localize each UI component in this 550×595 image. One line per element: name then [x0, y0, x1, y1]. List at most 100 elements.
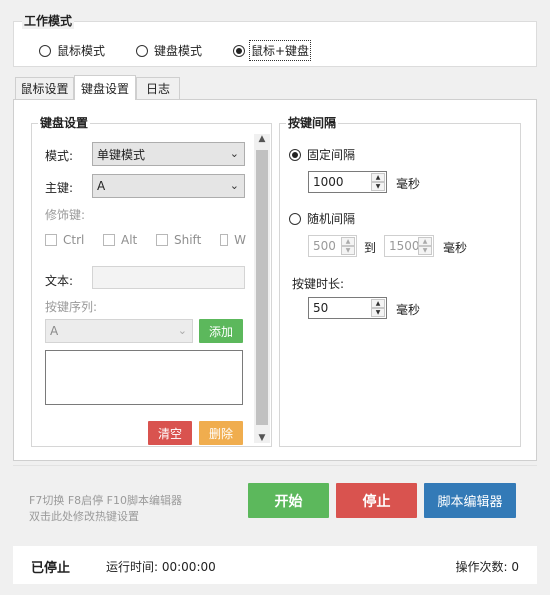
- delete-button-label: 删除: [208, 426, 233, 441]
- add-button-label: 添加: [208, 324, 233, 339]
- modifier-shift-checkbox[interactable]: Shift: [156, 233, 201, 247]
- text-input[interactable]: [92, 266, 245, 289]
- sequence-key-value: A: [50, 324, 59, 338]
- modifier-alt-checkbox[interactable]: Alt: [103, 233, 137, 247]
- fixed-interval-spinner[interactable]: 1000 ▲ ▼: [308, 171, 387, 193]
- run-state: 已停止: [31, 561, 71, 576]
- tab-log[interactable]: 日志: [136, 77, 180, 99]
- fixed-interval-unit: 毫秒: [396, 177, 421, 191]
- clear-button[interactable]: 清空: [148, 421, 192, 445]
- sequence-list[interactable]: [45, 350, 243, 405]
- radio-circle-selected: [233, 44, 245, 57]
- chevron-down-icon: ⌄: [229, 179, 239, 192]
- radio-fixed-interval[interactable]: 固定间隔: [289, 146, 355, 163]
- duration-spinner[interactable]: 50 ▲ ▼: [308, 297, 387, 319]
- radio-label: 键盘模式: [154, 44, 203, 58]
- status-bar: 已停止 运行时间: 00:00:00 操作次数: 0: [13, 546, 537, 584]
- spin-up-icon[interactable]: ▲: [341, 237, 355, 246]
- modifier-win-checkbox[interactable]: W: [220, 233, 246, 247]
- start-button-label: 开始: [274, 493, 303, 510]
- checkbox-label: Alt: [121, 233, 138, 247]
- duration-label: 按键时长:: [292, 277, 345, 291]
- spinner-buttons: ▲ ▼: [341, 237, 355, 255]
- radio-circle-selected: [289, 148, 301, 161]
- radio-keyboard-mode[interactable]: 键盘模式: [136, 42, 202, 59]
- keyboard-settings-title: 键盘设置: [38, 115, 91, 131]
- spinner-value: 500: [313, 239, 336, 253]
- spin-down-icon[interactable]: ▼: [418, 246, 432, 255]
- hotkey-edit-hint[interactable]: 双击此处修改热键设置: [29, 508, 139, 524]
- script-editor-button[interactable]: 脚本编辑器: [424, 483, 516, 518]
- chevron-down-icon: ⌄: [229, 147, 239, 160]
- work-mode-group: 工作模式 鼠标模式 键盘模式 鼠标+键盘: [13, 13, 537, 67]
- checkbox-box: [156, 234, 168, 246]
- runtime-text: 运行时间: 00:00:00: [106, 560, 216, 574]
- tab-label: 鼠标设置: [20, 82, 69, 96]
- duration-unit: 毫秒: [396, 303, 421, 317]
- stop-button[interactable]: 停止: [336, 483, 417, 518]
- spinner-value: 1000: [313, 175, 344, 189]
- tab-label: 键盘设置: [80, 81, 129, 96]
- spin-down-icon[interactable]: ▼: [371, 182, 385, 191]
- start-button[interactable]: 开始: [248, 483, 329, 518]
- tab-page-keyboard: 键盘设置 模式: 单键模式 ⌄ 主键: A ⌄ 修饰键: Ctrl Alt Sh…: [13, 99, 537, 461]
- sequence-key-select[interactable]: A ⌄: [45, 319, 193, 343]
- radio-circle: [136, 44, 148, 57]
- to-label: 到: [364, 241, 377, 255]
- work-mode-title: 工作模式: [22, 13, 75, 29]
- checkbox-label: W: [234, 233, 246, 247]
- key-select-value: A: [97, 179, 106, 193]
- hotkey-panel[interactable]: F7切换 F8启停 F10脚本编辑器 双击此处修改热键设置 开始 停止 脚本编辑…: [13, 465, 537, 535]
- checkbox-label: Shift: [174, 233, 202, 247]
- spinner-buttons: ▲ ▼: [418, 237, 432, 255]
- tab-mouse-settings[interactable]: 鼠标设置: [15, 77, 74, 99]
- radio-label: 鼠标+键盘: [248, 40, 312, 61]
- spinner-buttons: ▲ ▼: [371, 173, 385, 191]
- spinner-value: 1500: [389, 239, 420, 253]
- spin-down-icon[interactable]: ▼: [341, 246, 355, 255]
- spin-down-icon[interactable]: ▼: [371, 308, 385, 317]
- random-min-spinner[interactable]: 500 ▲ ▼: [308, 235, 357, 257]
- hotkey-hint: F7切换 F8启停 F10脚本编辑器: [29, 494, 182, 507]
- spinner-value: 50: [313, 301, 329, 315]
- checkbox-box: [220, 234, 229, 246]
- radio-random-interval[interactable]: 随机间隔: [289, 210, 355, 227]
- checkbox-box: [103, 234, 115, 246]
- key-select[interactable]: A ⌄: [92, 174, 245, 198]
- sequence-label: 按键序列:: [45, 300, 98, 314]
- radio-mouse-mode[interactable]: 鼠标模式: [39, 42, 105, 59]
- delete-button[interactable]: 删除: [199, 421, 243, 445]
- radio-label: 随机间隔: [307, 212, 356, 226]
- radio-label: 鼠标模式: [57, 44, 106, 58]
- clear-button-label: 清空: [157, 426, 182, 441]
- tab-label: 日志: [145, 82, 170, 96]
- add-button[interactable]: 添加: [199, 319, 243, 343]
- operation-count: 操作次数: 0: [455, 560, 520, 574]
- key-interval-group: 按键间隔 固定间隔 1000 ▲ ▼ 毫秒 随机间隔 500 ▲ ▼ 到 150…: [279, 115, 521, 447]
- mode-select[interactable]: 单键模式 ⌄: [92, 142, 245, 166]
- checkbox-label: Ctrl: [63, 233, 85, 247]
- tab-keyboard-settings[interactable]: 键盘设置: [74, 75, 136, 100]
- modifier-label: 修饰键:: [45, 208, 86, 222]
- scroll-up-icon[interactable]: ▲: [254, 134, 270, 144]
- keyboard-settings-group: 键盘设置 模式: 单键模式 ⌄ 主键: A ⌄ 修饰键: Ctrl Alt Sh…: [31, 115, 272, 447]
- scrollbar-thumb[interactable]: [256, 150, 268, 425]
- spin-up-icon[interactable]: ▲: [371, 299, 385, 308]
- mode-select-value: 单键模式: [97, 147, 146, 162]
- random-max-spinner[interactable]: 1500 ▲ ▼: [384, 235, 434, 257]
- vertical-scrollbar[interactable]: ▲ ▼: [254, 134, 270, 443]
- spin-up-icon[interactable]: ▲: [371, 173, 385, 182]
- script-editor-button-label: 脚本编辑器: [437, 495, 503, 510]
- radio-circle: [289, 212, 301, 225]
- stop-button-label: 停止: [362, 493, 391, 510]
- modifier-ctrl-checkbox[interactable]: Ctrl: [45, 233, 84, 247]
- radio-circle: [39, 44, 51, 57]
- text-label: 文本:: [45, 274, 74, 288]
- scroll-down-icon[interactable]: ▼: [254, 433, 270, 443]
- mode-label: 模式:: [45, 149, 74, 163]
- spin-up-icon[interactable]: ▲: [418, 237, 432, 246]
- spinner-buttons: ▲ ▼: [371, 299, 385, 317]
- chevron-down-icon: ⌄: [177, 324, 187, 337]
- random-interval-unit: 毫秒: [443, 241, 468, 255]
- radio-mouse-keyboard-mode[interactable]: 鼠标+键盘: [233, 40, 312, 61]
